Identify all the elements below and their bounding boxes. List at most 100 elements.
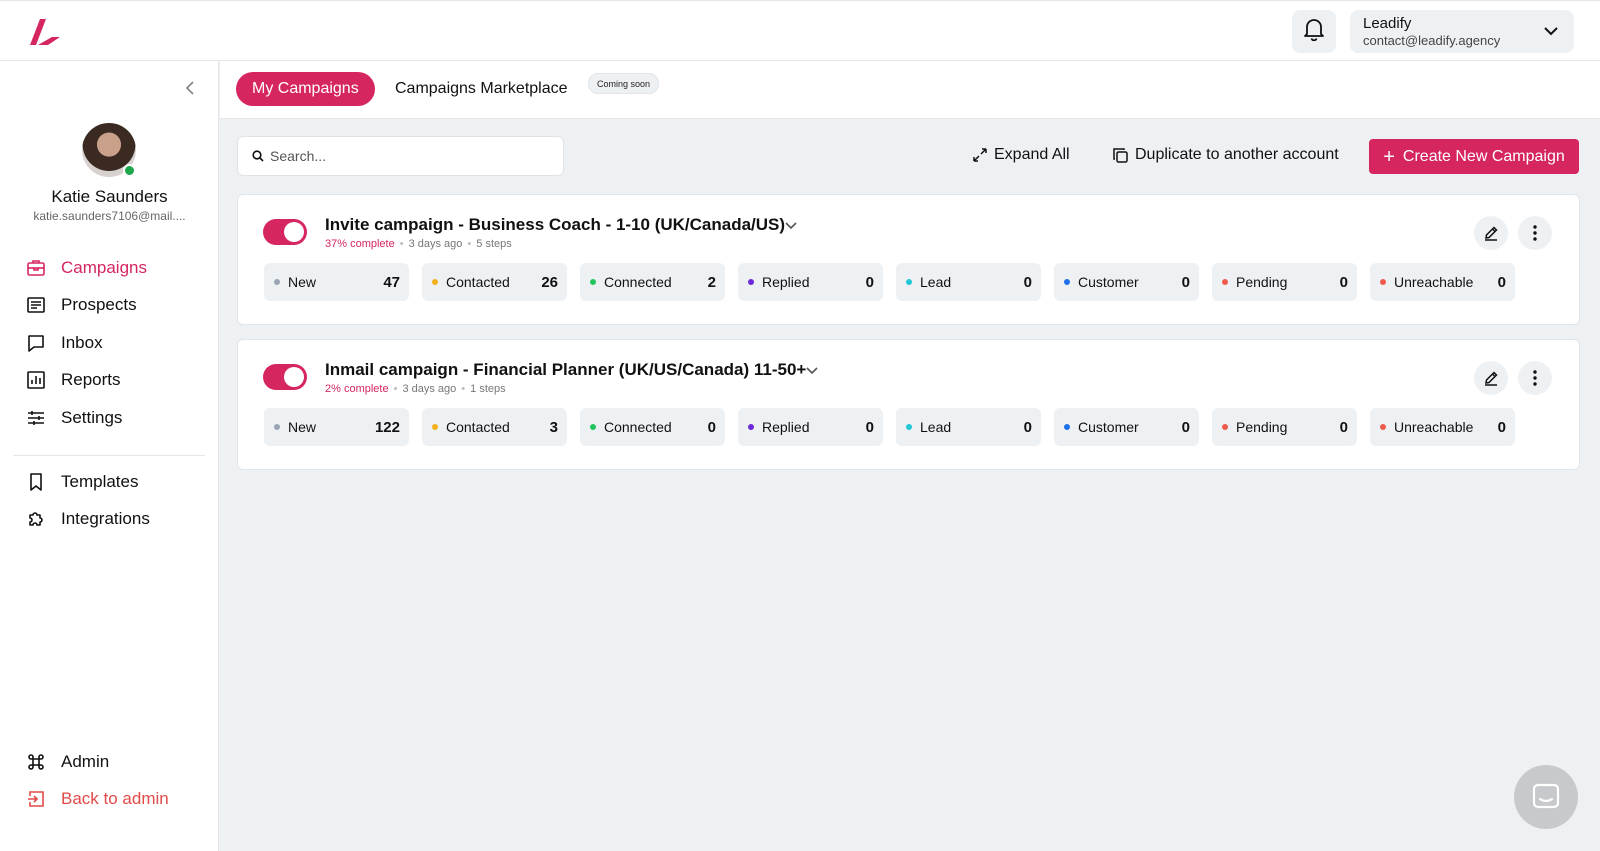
secondary-nav: Templates Integrations (26, 463, 150, 538)
chat-widget-button[interactable] (1514, 765, 1578, 829)
stat-value: 0 (707, 418, 716, 436)
stat-pending[interactable]: Pending 0 (1212, 408, 1357, 446)
notifications-button[interactable] (1292, 10, 1336, 53)
stat-connected[interactable]: Connected 0 (580, 408, 725, 446)
stat-label: Unreachable (1394, 274, 1474, 290)
stat-label: Contacted (446, 274, 510, 290)
stat-value: 0 (1497, 418, 1506, 436)
stat-lead[interactable]: Lead 0 (896, 408, 1041, 446)
sidebar-item-reports[interactable]: Reports (26, 362, 147, 400)
sliders-icon (28, 410, 44, 425)
edit-campaign-button[interactable] (1474, 216, 1508, 250)
stat-contacted[interactable]: Contacted 3 (422, 408, 567, 446)
account-switcher[interactable]: Leadify contact@leadify.agency (1350, 10, 1574, 53)
stat-unreachable[interactable]: Unreachable 0 (1370, 263, 1515, 301)
stat-label: Replied (762, 274, 810, 290)
command-icon (28, 753, 44, 770)
campaign-title[interactable]: Inmail campaign - Financial Planner (UK/… (325, 360, 806, 380)
stat-label: Customer (1078, 274, 1139, 290)
stat-value: 2 (707, 273, 716, 291)
status-dot (1222, 424, 1228, 430)
expand-all-button[interactable]: Expand All (972, 146, 1070, 164)
stat-value: 0 (865, 273, 874, 291)
duplicate-button[interactable]: Duplicate to another account (1112, 146, 1339, 164)
list-icon (27, 297, 45, 314)
sidebar-item-label: Templates (61, 471, 139, 491)
stat-value: 0 (1339, 418, 1348, 436)
stat-lead[interactable]: Lead 0 (896, 263, 1041, 301)
account-email: contact@leadify.agency (1363, 33, 1501, 48)
stat-label: Replied (762, 419, 810, 435)
stat-connected[interactable]: Connected 2 (580, 263, 725, 301)
bar-chart-icon (27, 371, 45, 390)
more-options-button[interactable] (1518, 361, 1552, 395)
stat-new[interactable]: New 47 (264, 263, 409, 301)
stat-label: Lead (920, 419, 952, 435)
sidebar: Katie Saunders katie.saunders7106@mail..… (0, 61, 219, 851)
search-box (237, 136, 564, 176)
coming-soon-badge: Coming soon (588, 73, 660, 94)
collapse-sidebar-icon[interactable] (184, 80, 196, 101)
campaign-card: Invite campaign - Business Coach - 1-10 … (237, 194, 1580, 325)
stat-pending[interactable]: Pending 0 (1212, 263, 1357, 301)
campaign-active-toggle[interactable] (263, 364, 307, 390)
create-campaign-button[interactable]: + Create New Campaign (1369, 139, 1579, 174)
sidebar-item-integrations[interactable]: Integrations (26, 501, 150, 539)
stat-new[interactable]: New 122 (264, 408, 409, 446)
status-dot (906, 279, 912, 285)
stat-customer[interactable]: Customer 0 (1054, 408, 1199, 446)
campaign-tabs: My Campaigns Campaigns Marketplace Comin… (220, 61, 1600, 119)
tab-my-campaigns[interactable]: My Campaigns (236, 72, 375, 106)
leadify-logo[interactable] (26, 17, 64, 47)
more-vertical-icon (1533, 225, 1537, 241)
bullet-separator: • (399, 238, 404, 250)
sidebar-item-prospects[interactable]: Prospects (26, 287, 147, 325)
tab-campaigns-marketplace[interactable]: Campaigns Marketplace (395, 72, 568, 106)
stat-label: Unreachable (1394, 419, 1474, 435)
stat-contacted[interactable]: Contacted 26 (422, 263, 567, 301)
chevron-down-icon (1542, 22, 1560, 45)
chevron-down-icon[interactable] (784, 218, 798, 237)
plus-icon: + (1383, 145, 1395, 168)
stat-label: Lead (920, 274, 952, 290)
copy-icon (1113, 147, 1128, 163)
chevron-down-icon[interactable] (805, 363, 819, 382)
sidebar-item-campaigns[interactable]: Campaigns (26, 249, 147, 287)
stat-customer[interactable]: Customer 0 (1054, 263, 1199, 301)
toggle-knob (284, 367, 304, 387)
campaign-active-toggle[interactable] (263, 219, 307, 245)
sidebar-item-label: Inbox (61, 332, 103, 352)
edit-campaign-button[interactable] (1474, 361, 1508, 395)
status-dot (1380, 279, 1386, 285)
stat-unreachable[interactable]: Unreachable 0 (1370, 408, 1515, 446)
stat-label: Connected (604, 274, 672, 290)
sidebar-item-settings[interactable]: Settings (26, 399, 147, 437)
chat-icon (1532, 783, 1560, 809)
avatar (82, 123, 136, 177)
user-email: katie.saunders7106@mail.... (33, 209, 186, 223)
campaign-stats: New 47 Contacted 26 Connected 2 Replied 0 Le… (264, 263, 1515, 301)
search-input[interactable] (270, 145, 550, 167)
campaign-title[interactable]: Invite campaign - Business Coach - 1-10 … (325, 215, 785, 235)
account-name: Leadify (1363, 15, 1412, 32)
status-dot (274, 424, 280, 430)
status-dot (590, 424, 596, 430)
status-dot (1064, 424, 1070, 430)
stat-value: 3 (549, 418, 558, 436)
stat-replied[interactable]: Replied 0 (738, 408, 883, 446)
sidebar-item-templates[interactable]: Templates (26, 463, 150, 501)
sidebar-item-admin[interactable]: Admin (26, 743, 169, 781)
briefcase-icon (27, 259, 45, 276)
create-campaign-label: Create New Campaign (1402, 147, 1565, 165)
bullet-separator: • (461, 383, 466, 395)
more-options-button[interactable] (1518, 216, 1552, 250)
sidebar-item-back-to-admin[interactable]: Back to admin (26, 781, 169, 819)
sidebar-item-inbox[interactable]: Inbox (26, 324, 147, 362)
stat-value: 0 (1339, 273, 1348, 291)
chat-bubble-icon (28, 334, 44, 352)
stat-replied[interactable]: Replied 0 (738, 263, 883, 301)
sidebar-item-label: Back to admin (61, 789, 169, 809)
pencil-icon (1485, 371, 1498, 386)
stat-label: Pending (1236, 419, 1288, 435)
sidebar-item-label: Reports (61, 370, 121, 390)
